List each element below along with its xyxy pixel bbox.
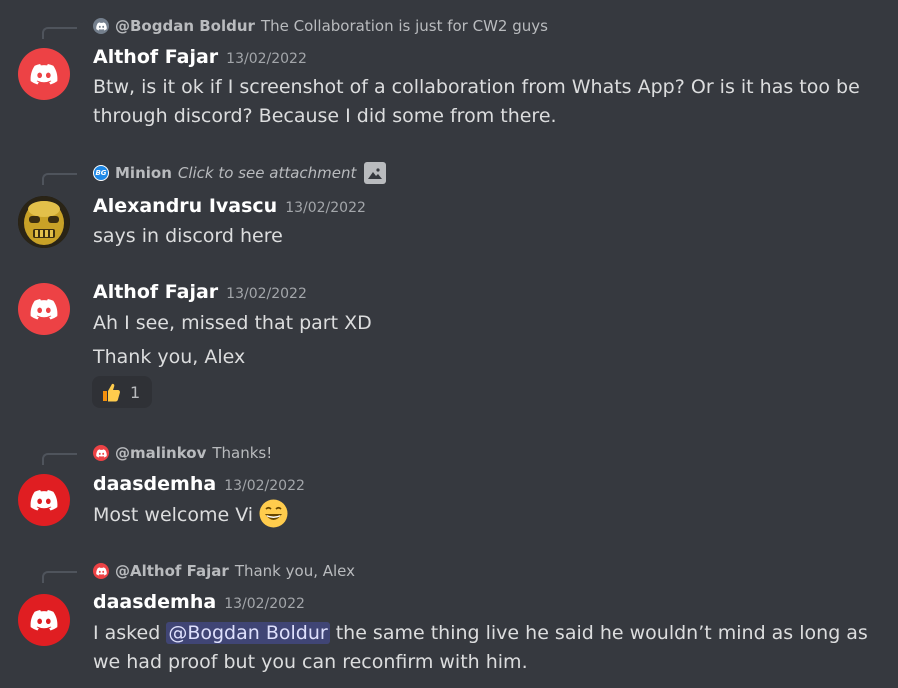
message-text: Btw, is it ok if I screenshot of a colla…	[93, 73, 860, 131]
reaction-button[interactable]: 1	[92, 376, 152, 408]
message-text: says in discord here	[93, 222, 283, 251]
reply-preview[interactable]: @Althof Fajar Thank you, Alex	[93, 560, 355, 582]
golden-mask-icon	[18, 196, 70, 248]
message-text: Ah I see, missed that part XD	[93, 309, 372, 338]
timestamp[interactable]: 13/02/2022	[226, 286, 307, 302]
message-text: Most welcome Vi	[93, 499, 288, 530]
reply-author[interactable]: @malinkov	[115, 444, 206, 462]
avatar[interactable]	[18, 594, 70, 646]
username[interactable]: Alexandru Ivascu	[93, 195, 277, 217]
reply-text[interactable]: The Collaboration is just for CW2 guys	[261, 17, 548, 35]
reply-author[interactable]: @Althof Fajar	[115, 562, 229, 580]
timestamp[interactable]: 13/02/2022	[226, 51, 307, 67]
avatar[interactable]	[18, 474, 70, 526]
reply-text[interactable]: Thanks!	[212, 444, 272, 462]
message-header: Althof Fajar 13/02/2022	[93, 281, 307, 303]
discord-logo-icon	[30, 489, 58, 511]
message-header: daasdemha 13/02/2022	[93, 473, 305, 495]
username[interactable]: daasdemha	[93, 473, 216, 495]
thumbs-up-icon	[103, 383, 120, 402]
user-mention[interactable]: @Bogdan Boldur	[166, 622, 330, 644]
reply-text[interactable]: Click to see attachment	[178, 164, 357, 182]
reaction-count: 1	[130, 382, 141, 402]
reply-preview[interactable]: BG Minion Click to see attachment	[93, 162, 387, 184]
username[interactable]: daasdemha	[93, 591, 216, 613]
message-line: Most welcome Vi	[93, 504, 254, 526]
reply-spine	[42, 173, 77, 185]
message-fragment: I asked	[93, 622, 167, 644]
message-text: I asked @Bogdan Boldur the same thing li…	[93, 619, 883, 677]
reply-spine	[42, 453, 77, 465]
timestamp[interactable]: 13/02/2022	[224, 596, 305, 612]
avatar[interactable]	[18, 283, 70, 335]
reply-author[interactable]: @Bogdan Boldur	[115, 17, 255, 35]
username[interactable]: Althof Fajar	[93, 46, 218, 68]
bg-logo-icon: BG	[93, 165, 109, 181]
message-header: Alexandru Ivascu 13/02/2022	[93, 195, 366, 217]
message-text: Thank you, Alex	[93, 343, 245, 372]
discord-logo-icon	[93, 563, 109, 579]
message-line: I asked @Bogdan Boldur the same thing li…	[93, 619, 883, 648]
avatar[interactable]	[18, 196, 70, 248]
reply-spine	[42, 571, 77, 583]
reply-author[interactable]: Minion	[115, 164, 172, 182]
message-fragment: the same thing live he said he wouldn’t …	[329, 622, 868, 644]
reply-spine	[42, 27, 77, 39]
discord-logo-icon	[30, 609, 58, 631]
message-header: Althof Fajar 13/02/2022	[93, 46, 307, 68]
reply-text[interactable]: Thank you, Alex	[235, 562, 355, 580]
timestamp[interactable]: 13/02/2022	[285, 200, 366, 216]
image-icon[interactable]	[364, 162, 387, 184]
timestamp[interactable]: 13/02/2022	[224, 478, 305, 494]
discord-logo-icon	[93, 18, 109, 34]
message-line: we had proof but you can reconfirm with …	[93, 651, 528, 673]
message-line: says in discord here	[93, 225, 283, 247]
avatar[interactable]	[18, 48, 70, 100]
message-header: daasdemha 13/02/2022	[93, 591, 305, 613]
username[interactable]: Althof Fajar	[93, 281, 218, 303]
message-line: Ah I see, missed that part XD	[93, 312, 372, 334]
message-line: through discord? Because I did some from…	[93, 105, 557, 127]
message-line: Thank you, Alex	[93, 346, 246, 368]
discord-logo-icon	[93, 445, 109, 461]
reply-preview[interactable]: @Bogdan Boldur The Collaboration is just…	[93, 15, 548, 37]
message-line: Btw, is it ok if I screenshot of a colla…	[93, 76, 860, 98]
discord-logo-icon	[30, 63, 58, 85]
discord-logo-icon	[30, 298, 58, 320]
reply-preview[interactable]: @malinkov Thanks!	[93, 442, 272, 464]
grinning-face-icon	[259, 499, 288, 528]
